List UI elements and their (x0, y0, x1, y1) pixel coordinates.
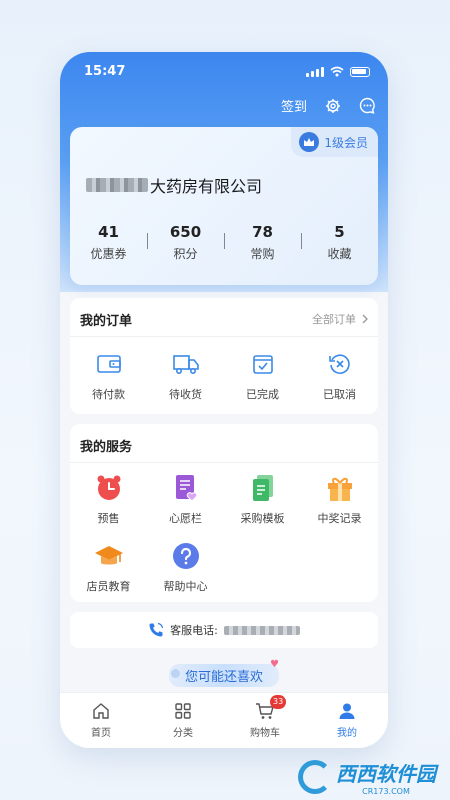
tab-mine[interactable]: 我的 (306, 693, 388, 748)
truck-icon (172, 355, 199, 375)
site-watermark: 西西软件园 CR173.COM (298, 758, 436, 796)
member-level-badge[interactable]: 1级会员 (291, 127, 378, 157)
graduation-cap-icon (94, 546, 123, 565)
stat-coupons[interactable]: 41 优惠券 (70, 223, 147, 262)
order-pending-payment[interactable]: 待付款 (70, 348, 147, 402)
customer-service-phone[interactable]: 客服电话: (70, 612, 378, 648)
tab-cart[interactable]: 33 购物车 (224, 693, 306, 748)
message-icon[interactable] (359, 97, 376, 114)
battery-icon (350, 67, 370, 77)
service-help-center[interactable]: 帮助中心 (147, 540, 224, 594)
stat-value: 78 (252, 223, 273, 241)
stat-label: 收藏 (327, 247, 352, 261)
alarm-clock-icon (97, 475, 120, 500)
divider (70, 336, 378, 337)
service-prize-records[interactable]: 中奖记录 (301, 472, 378, 526)
my-orders-card: 我的订单 全部订单 待付款 待收货 已完成 已取消 (70, 298, 378, 414)
service-label: 店员教育 (86, 580, 131, 593)
service-label: 心愿栏 (169, 512, 202, 525)
status-bar: 15:47 (60, 52, 388, 90)
service-wishlist[interactable]: 心愿栏 (147, 472, 224, 526)
user-icon (339, 703, 355, 719)
help-icon (172, 543, 199, 569)
tab-home[interactable]: 首页 (60, 693, 142, 748)
status-time: 15:47 (84, 64, 126, 79)
order-cancelled[interactable]: 已取消 (301, 348, 378, 402)
all-orders-label: 全部订单 (312, 313, 356, 326)
cancel-icon (328, 354, 350, 374)
tab-category[interactable]: 分类 (142, 693, 224, 748)
stat-frequent[interactable]: 78 常购 (224, 223, 301, 262)
stat-value: 5 (334, 223, 345, 241)
cart-count-badge: 33 (270, 695, 287, 709)
phone-icon (149, 622, 164, 637)
member-level-label: 1级会员 (324, 135, 368, 150)
order-status-label: 待收货 (169, 388, 202, 401)
home-icon (93, 703, 109, 719)
service-label: 预售 (97, 512, 120, 525)
gift-icon (327, 477, 352, 501)
chevron-right-icon (362, 314, 368, 324)
watermark-logo-icon (298, 760, 332, 794)
stat-favorites[interactable]: 5 收藏 (301, 223, 378, 262)
watermark-url: CR173.COM (362, 787, 410, 796)
my-services-card: 我的服务 预售 心愿栏 采购模板 中奖记录 店员教育 帮助中心 (70, 424, 378, 602)
company-name: 大药房有限公司 (86, 173, 262, 197)
crown-icon (299, 132, 320, 152)
all-orders-link[interactable]: 全部订单 (312, 311, 368, 327)
phone-screen: 15:47 签到 1级会员 大药房有限公司 41 优惠券 650 积分 78 常… (60, 52, 388, 748)
wallet-icon (96, 355, 121, 373)
service-staff-education[interactable]: 店员教育 (70, 540, 147, 594)
order-status-label: 已完成 (246, 388, 279, 401)
template-icon (252, 475, 273, 501)
recommendations-title: 您可能还喜欢 (168, 659, 279, 687)
order-status-label: 已取消 (323, 388, 356, 401)
wishlist-icon (175, 475, 197, 502)
order-completed[interactable]: 已完成 (224, 348, 301, 402)
grid-icon (175, 703, 191, 719)
box-check-icon (252, 355, 273, 374)
company-name-suffix: 大药房有限公司 (150, 177, 263, 196)
service-label: 中奖记录 (317, 512, 362, 525)
top-action-bar: 签到 (281, 96, 376, 115)
stat-value: 650 (169, 223, 202, 241)
wifi-icon (330, 66, 344, 77)
phone-number-redacted (223, 625, 300, 635)
tab-label: 购物车 (250, 728, 280, 739)
orders-title: 我的订单 (80, 314, 133, 329)
service-label: 帮助中心 (163, 580, 208, 593)
services-title: 我的服务 (80, 440, 133, 455)
stat-label: 积分 (173, 247, 198, 261)
company-name-redacted (86, 178, 148, 192)
tab-label: 首页 (91, 728, 111, 739)
service-presale[interactable]: 预售 (70, 472, 147, 526)
status-icons (306, 66, 370, 77)
service-purchase-template[interactable]: 采购模板 (224, 472, 301, 526)
stat-label: 优惠券 (90, 247, 127, 261)
recommendations-heading: 您可能还喜欢 (60, 659, 388, 687)
order-status-label: 待付款 (92, 388, 125, 401)
stat-label: 常购 (250, 247, 275, 261)
profile-header-background: 15:47 签到 1级会员 大药房有限公司 41 优惠券 650 积分 78 常… (60, 52, 388, 292)
settings-gear-icon[interactable] (325, 98, 341, 114)
member-card[interactable]: 1级会员 大药房有限公司 41 优惠券 650 积分 78 常购 5 收藏 (70, 127, 378, 285)
signal-icon (306, 67, 324, 77)
tab-label: 我的 (337, 728, 357, 739)
divider (70, 462, 378, 463)
member-stats: 41 优惠券 650 积分 78 常购 5 收藏 (70, 223, 378, 262)
service-label: 采购模板 (240, 512, 285, 525)
stat-value: 41 (98, 223, 119, 241)
stat-points[interactable]: 650 积分 (147, 223, 224, 262)
tab-label: 分类 (173, 728, 193, 739)
watermark-brand: 西西软件园 (336, 762, 436, 786)
order-pending-receipt[interactable]: 待收货 (147, 348, 224, 402)
customer-service-label: 客服电话: (170, 624, 218, 637)
bottom-tab-bar: 首页 分类 33 购物车 我的 (60, 692, 388, 748)
sign-in-button[interactable]: 签到 (281, 96, 307, 115)
